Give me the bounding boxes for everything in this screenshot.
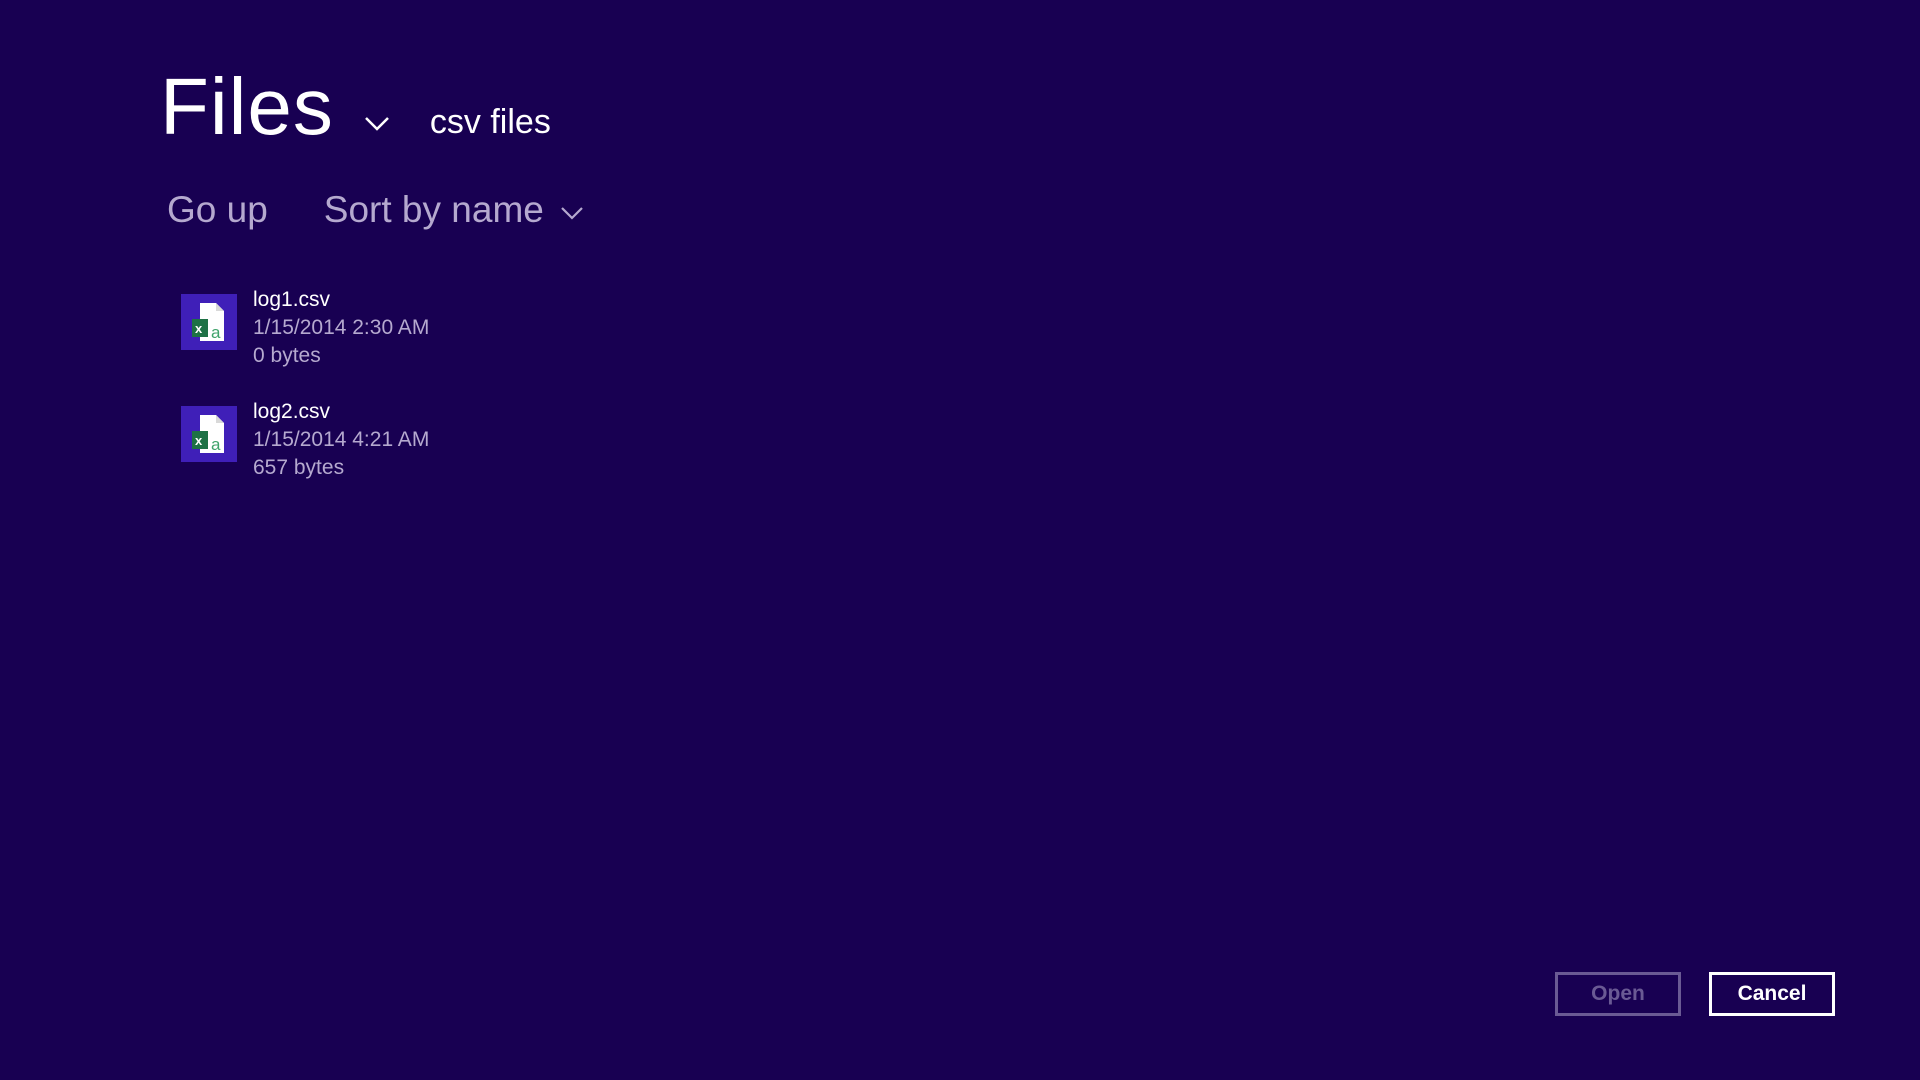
svg-text:a: a — [211, 323, 221, 342]
go-up-button[interactable]: Go up — [167, 186, 268, 234]
file-item[interactable]: x a log1.csv 1/15/2014 2:30 AM 0 bytes — [181, 286, 429, 398]
file-name: log1.csv — [253, 288, 331, 311]
svg-text:a: a — [211, 435, 221, 454]
excel-csv-icon: x a — [181, 294, 237, 350]
chevron-down-icon — [561, 207, 583, 220]
action-buttons: Open Cancel — [1555, 972, 1835, 1016]
file-size: 657 bytes — [253, 456, 345, 479]
command-bar: Go up Sort by name — [167, 186, 586, 234]
file-info: log1.csv 1/15/2014 2:30 AM 0 bytes — [253, 286, 429, 370]
file-name: log2.csv — [253, 400, 331, 423]
sort-dropdown[interactable]: Sort by name — [324, 186, 586, 234]
file-date: 1/15/2014 4:21 AM — [253, 428, 430, 451]
sort-label: Sort by name — [323, 189, 544, 230]
file-size: 0 bytes — [253, 344, 321, 367]
excel-csv-icon: x a — [181, 406, 237, 462]
file-info: log2.csv 1/15/2014 4:21 AM 657 bytes — [253, 398, 429, 482]
chevron-down-icon[interactable] — [360, 106, 394, 140]
file-item[interactable]: x a log2.csv 1/15/2014 4:21 AM 657 bytes — [181, 398, 429, 510]
open-button[interactable]: Open — [1555, 972, 1681, 1016]
file-picker: Files csv files Go up Sort by name x a l… — [0, 0, 1920, 1080]
filter-label: csv files — [429, 103, 551, 141]
svg-text:x: x — [195, 321, 203, 336]
location-title[interactable]: Files — [160, 62, 334, 152]
file-list: x a log1.csv 1/15/2014 2:30 AM 0 bytes x… — [181, 286, 429, 510]
svg-text:x: x — [195, 433, 203, 448]
file-date: 1/15/2014 2:30 AM — [253, 316, 430, 339]
cancel-button[interactable]: Cancel — [1709, 972, 1835, 1016]
picker-header: Files csv files — [160, 62, 551, 152]
